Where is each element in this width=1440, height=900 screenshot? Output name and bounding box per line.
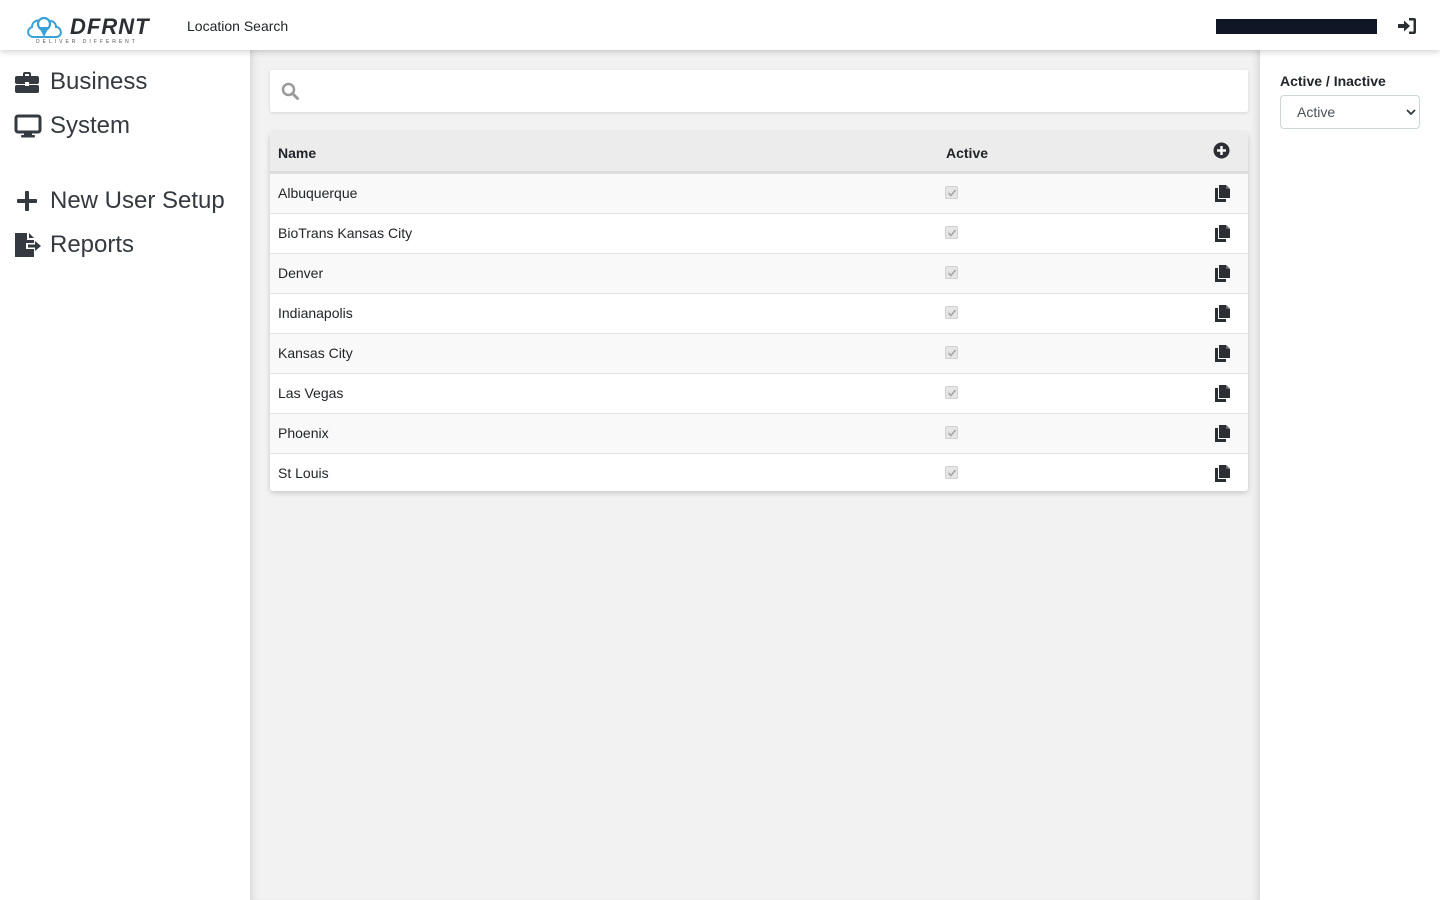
user-name-redacted[interactable] bbox=[1216, 19, 1377, 34]
table-row[interactable]: Albuquerque bbox=[270, 173, 1248, 213]
sign-in-icon[interactable] bbox=[1397, 17, 1417, 35]
plus-icon bbox=[14, 188, 42, 214]
location-name: Las Vegas bbox=[278, 385, 344, 401]
copy-icon[interactable] bbox=[1215, 185, 1230, 202]
copy-icon[interactable] bbox=[1215, 305, 1230, 322]
location-name: Phoenix bbox=[278, 425, 329, 441]
active-checkbox bbox=[945, 306, 958, 319]
location-name: Kansas City bbox=[278, 345, 353, 361]
file-export-icon bbox=[14, 232, 42, 258]
sidebar-item-label: Business bbox=[50, 68, 148, 95]
table-row[interactable]: Las Vegas bbox=[270, 373, 1248, 413]
add-circle-icon[interactable] bbox=[1213, 142, 1230, 159]
copy-icon[interactable] bbox=[1215, 465, 1230, 482]
table-row[interactable]: BioTrans Kansas City bbox=[270, 213, 1248, 253]
copy-icon[interactable] bbox=[1215, 265, 1230, 282]
table-row[interactable]: Indianapolis bbox=[270, 293, 1248, 333]
table-row[interactable]: Phoenix bbox=[270, 413, 1248, 453]
search-input[interactable] bbox=[310, 76, 1230, 106]
active-checkbox bbox=[945, 426, 958, 439]
location-name: Denver bbox=[278, 265, 324, 281]
active-checkbox bbox=[945, 186, 958, 199]
location-name: Albuquerque bbox=[278, 185, 358, 201]
sidebar-nav: Business System New User Setup Reports bbox=[0, 50, 250, 900]
table-row[interactable]: Kansas City bbox=[270, 333, 1248, 373]
active-checkbox bbox=[945, 266, 958, 279]
locations-table: Name Active Albuquerque BioTrans Kansas C… bbox=[270, 132, 1248, 491]
location-name: Indianapolis bbox=[278, 305, 353, 321]
sidebar-item-label: New User Setup bbox=[50, 187, 225, 214]
table-header: Name Active bbox=[270, 132, 1248, 173]
briefcase-icon bbox=[14, 69, 42, 95]
main-content: Name Active Albuquerque BioTrans Kansas C… bbox=[250, 50, 1260, 900]
logo-text: DFRNT bbox=[70, 14, 150, 39]
location-name: BioTrans Kansas City bbox=[278, 225, 413, 241]
sidebar-item-label: System bbox=[50, 112, 131, 139]
copy-icon[interactable] bbox=[1215, 225, 1230, 242]
sidebar-item-new-user-setup[interactable]: New User Setup bbox=[14, 186, 225, 216]
active-checkbox bbox=[945, 386, 958, 399]
filter-label: Active / Inactive bbox=[1280, 73, 1386, 89]
monitor-icon bbox=[14, 113, 42, 139]
copy-icon[interactable] bbox=[1215, 345, 1230, 362]
sidebar-item-business[interactable]: Business bbox=[14, 67, 147, 97]
filter-panel: Active / Inactive Active bbox=[1260, 50, 1440, 900]
search-icon bbox=[281, 82, 299, 100]
table-row[interactable]: St Louis bbox=[270, 453, 1248, 491]
sidebar-item-reports[interactable]: Reports bbox=[14, 230, 134, 260]
sidebar-item-system[interactable]: System bbox=[14, 111, 130, 141]
table-row[interactable]: Denver bbox=[270, 253, 1248, 293]
active-checkbox bbox=[945, 466, 958, 479]
active-checkbox bbox=[945, 346, 958, 359]
active-checkbox bbox=[945, 226, 958, 239]
active-filter-select[interactable]: Active bbox=[1280, 95, 1420, 129]
copy-icon[interactable] bbox=[1215, 425, 1230, 442]
top-bar: DFRNT DELIVER DIFFERENT Location Search bbox=[0, 0, 1440, 50]
column-header-active[interactable]: Active bbox=[946, 145, 988, 161]
location-name: St Louis bbox=[278, 465, 329, 481]
column-header-name[interactable]: Name bbox=[278, 145, 316, 161]
search-box[interactable] bbox=[270, 70, 1248, 112]
sidebar-item-label: Reports bbox=[50, 231, 135, 258]
copy-icon[interactable] bbox=[1215, 385, 1230, 402]
dfrnt-logo[interactable]: DFRNT DELIVER DIFFERENT bbox=[24, 10, 164, 46]
logo-tagline: DELIVER DIFFERENT bbox=[36, 39, 138, 45]
page-title: Location Search bbox=[187, 18, 289, 34]
